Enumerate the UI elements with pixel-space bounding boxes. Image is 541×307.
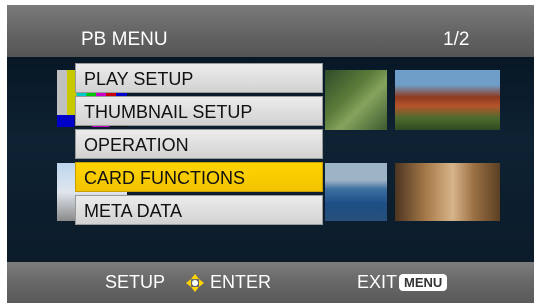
- menu-item-meta-data[interactable]: META DATA: [75, 195, 323, 225]
- menu-item-thumbnail-setup[interactable]: THUMBNAIL SETUP: [75, 96, 323, 126]
- clip-thumbnail[interactable]: [325, 70, 387, 130]
- setup-label: SETUP: [105, 272, 166, 292]
- menu-title: PB MENU: [81, 29, 168, 50]
- page-indicator: 1/2: [443, 29, 470, 50]
- menu-key-icon[interactable]: MENU: [399, 274, 448, 291]
- exit-label: EXIT: [357, 272, 398, 292]
- enter-label: ENTER: [210, 272, 272, 292]
- footer-bar: SETUP ENTER EXIT MENU: [7, 262, 534, 303]
- clip-thumbnail[interactable]: [395, 70, 500, 130]
- header-bar: PB MENU 1/2: [7, 5, 534, 57]
- menu-item-card-functions[interactable]: CARD FUNCTIONS: [75, 162, 323, 192]
- menu-item-operation[interactable]: OPERATION: [75, 129, 323, 159]
- clip-thumbnail[interactable]: [395, 163, 500, 221]
- clip-thumbnail[interactable]: [325, 163, 387, 221]
- menu-item-play-setup[interactable]: PLAY SETUP: [75, 63, 323, 93]
- dpad-icon: [186, 274, 204, 292]
- screen: PB MENU 1/2 PLAY SETUP THUMBNAIL SETUP O…: [7, 5, 534, 303]
